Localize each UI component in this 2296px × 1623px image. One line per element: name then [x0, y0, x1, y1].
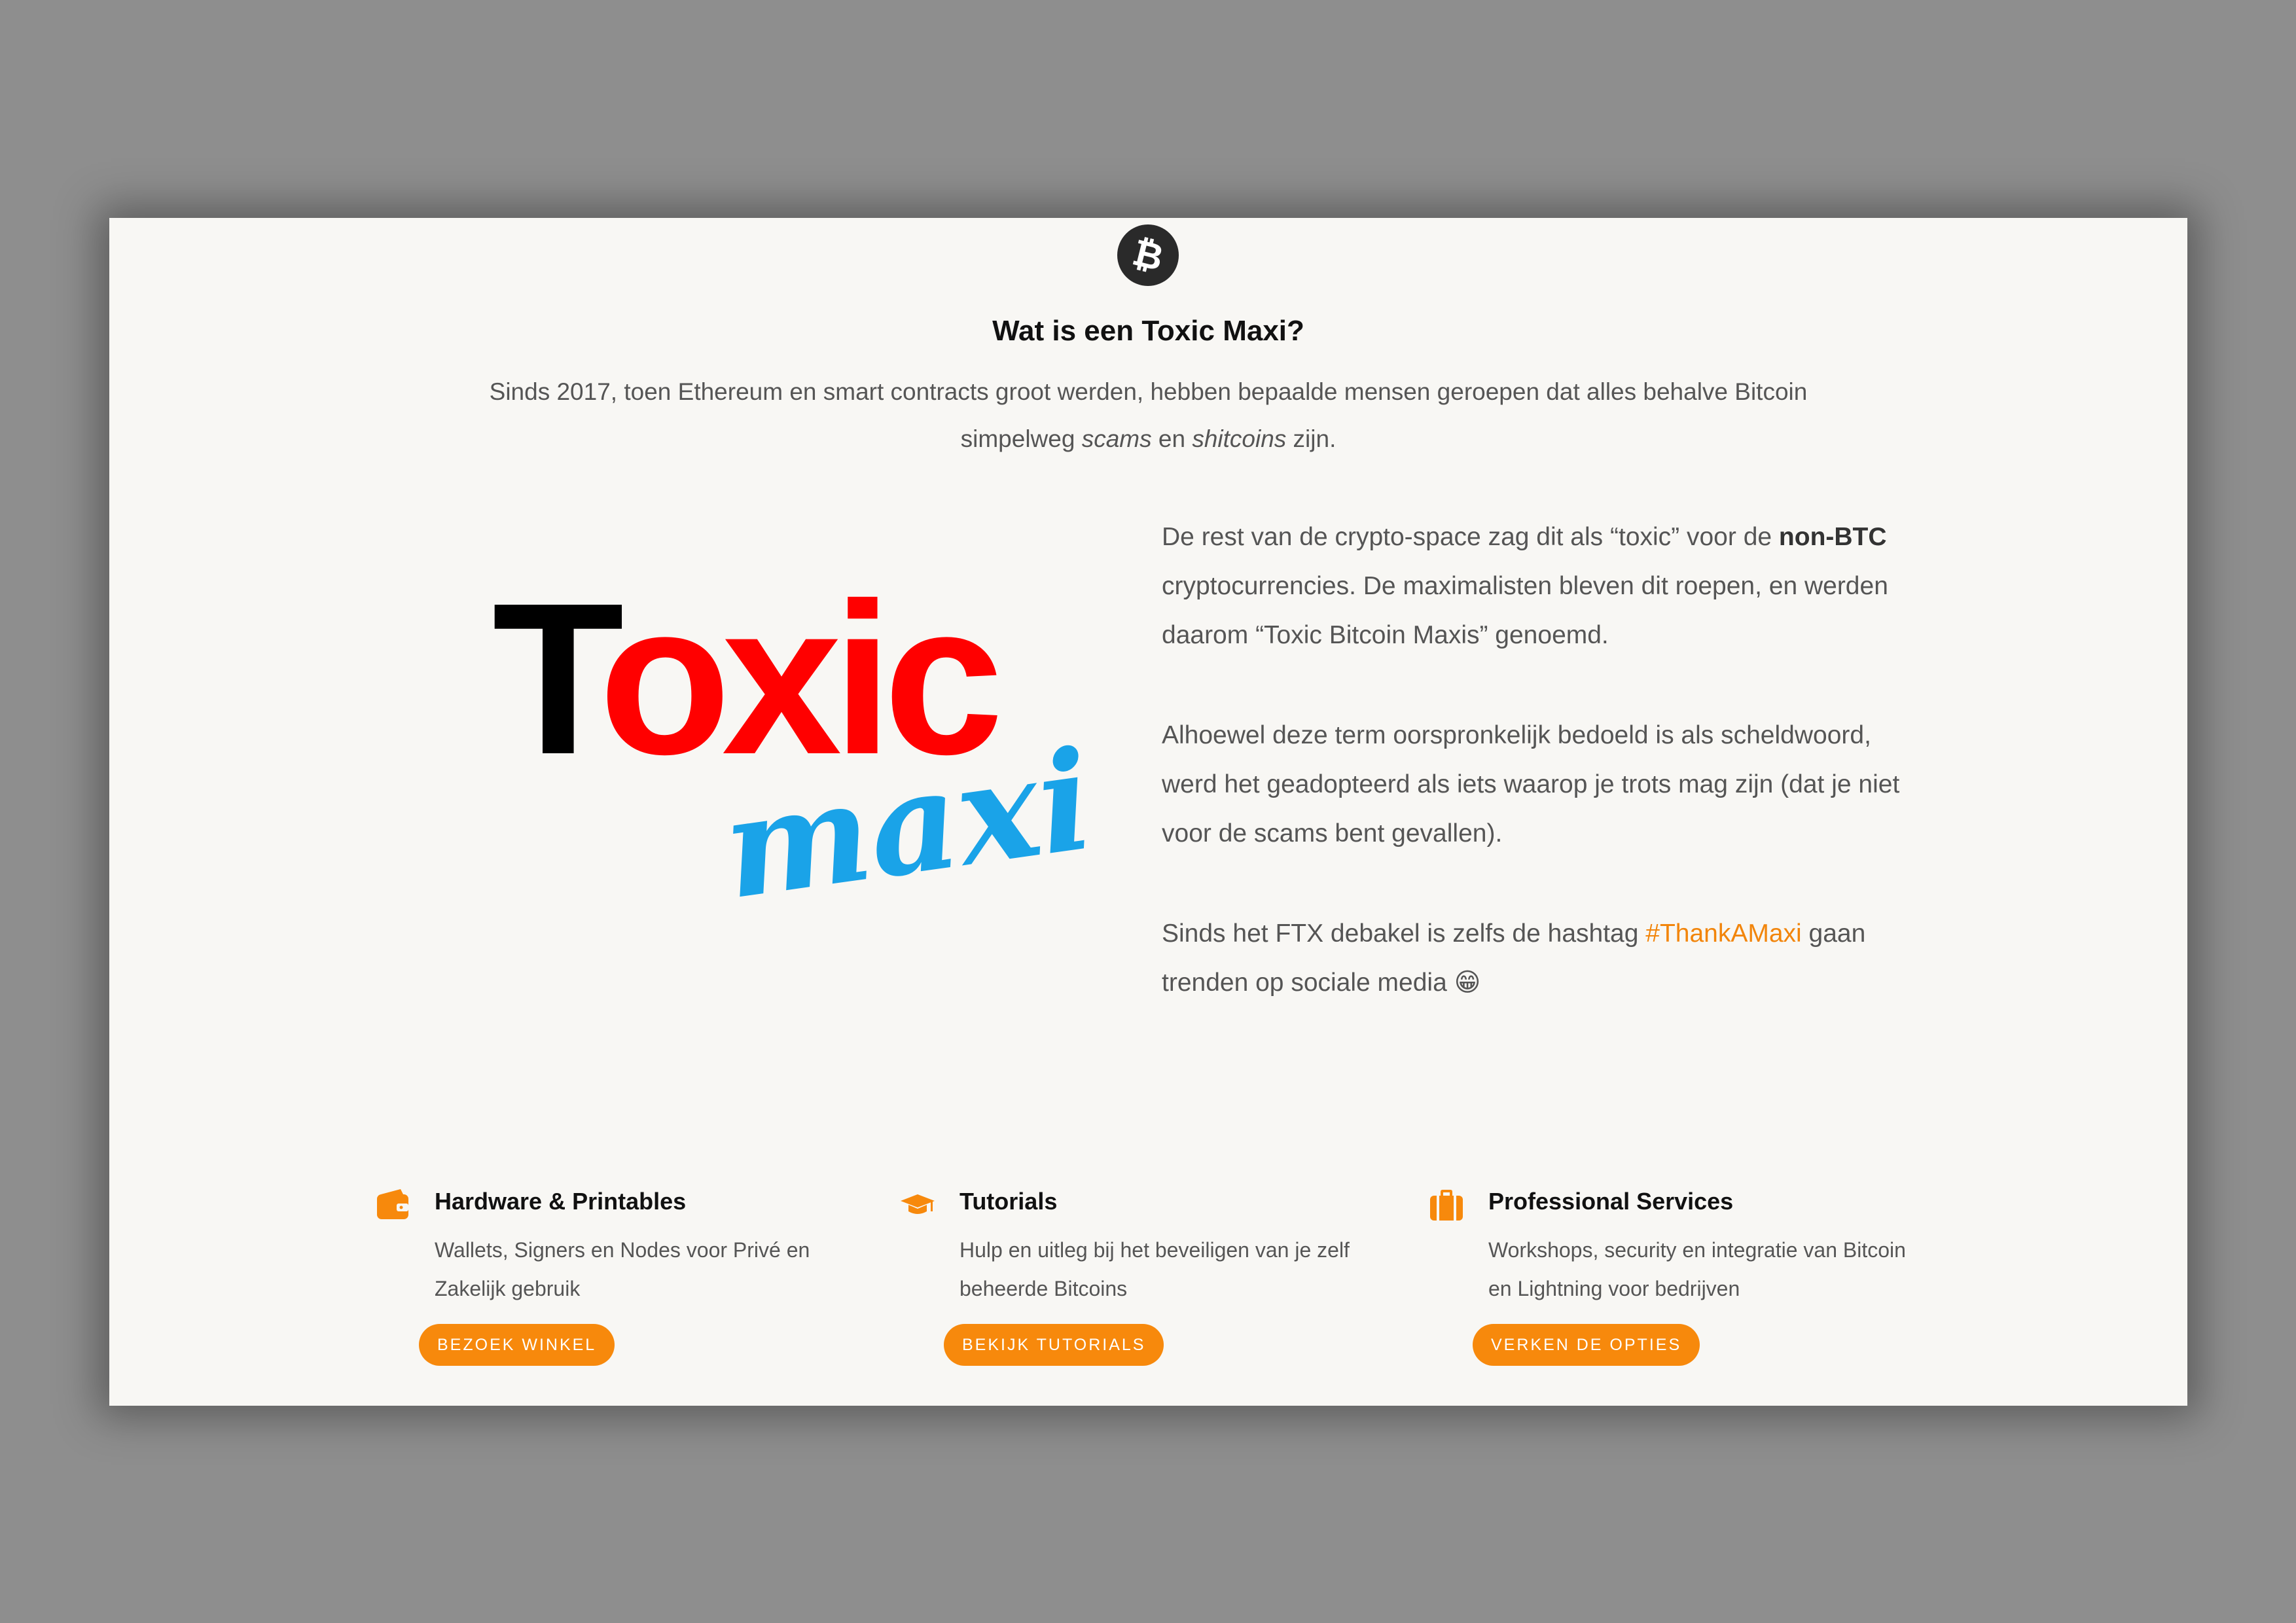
hashtag-link[interactable]: #ThankAMaxi [1645, 919, 1801, 948]
feature-title: Hardware & Printables [435, 1188, 687, 1215]
svg-text:₿: ₿ [1128, 231, 1168, 278]
bitcoin-icon: ₿ [1117, 224, 1179, 286]
grin-emoji-icon: 😁 [1454, 969, 1481, 997]
intro-emphasis-shitcoins: shitcoins [1192, 425, 1287, 452]
paragraph-1: De rest van de crypto-space zag dit als … [1162, 523, 1888, 649]
feature-description: Hulp en uitleg bij het beveiligen van je… [960, 1238, 1350, 1300]
intro-part: en [1151, 425, 1193, 452]
explore-options-button[interactable]: VERKEN DE OPTIES [1473, 1324, 1700, 1366]
view-tutorials-button[interactable]: BEKIJK TUTORIALS [944, 1324, 1164, 1366]
briefcase-icon [1428, 1186, 1465, 1223]
intro-emphasis-scams: scams [1081, 425, 1152, 452]
intro-text: Sinds 2017, toen Ethereum en smart contr… [450, 368, 1847, 463]
feature-title: Tutorials [960, 1188, 1058, 1215]
visit-shop-button[interactable]: BEZOEK WINKEL [419, 1324, 615, 1366]
feature-description: Workshops, security en integratie van Bi… [1488, 1238, 1906, 1300]
paragraph-3: Sinds het FTX debakel is zelfs de hashta… [1162, 919, 1866, 997]
section-title: Wat is een Toxic Maxi? [992, 315, 1304, 347]
intro-part: zijn. [1286, 425, 1336, 452]
explanation-text: De rest van de crypto-space zag dit als … [1162, 512, 1908, 1058]
feature-description: Wallets, Signers en Nodes voor Privé en … [435, 1238, 810, 1300]
wallet-icon [374, 1186, 411, 1223]
paragraph-2: Alhoewel deze term oorspronkelijk bedoel… [1162, 721, 1900, 847]
graduation-cap-icon [899, 1186, 936, 1223]
content-card: ₿ Wat is een Toxic Maxi? Sinds 2017, toe… [109, 218, 2187, 1406]
feature-title: Professional Services [1488, 1188, 1734, 1215]
non-btc-bold: non-BTC [1778, 523, 1887, 551]
toxic-maxi-logo: Toxic maxi [492, 584, 1121, 925]
